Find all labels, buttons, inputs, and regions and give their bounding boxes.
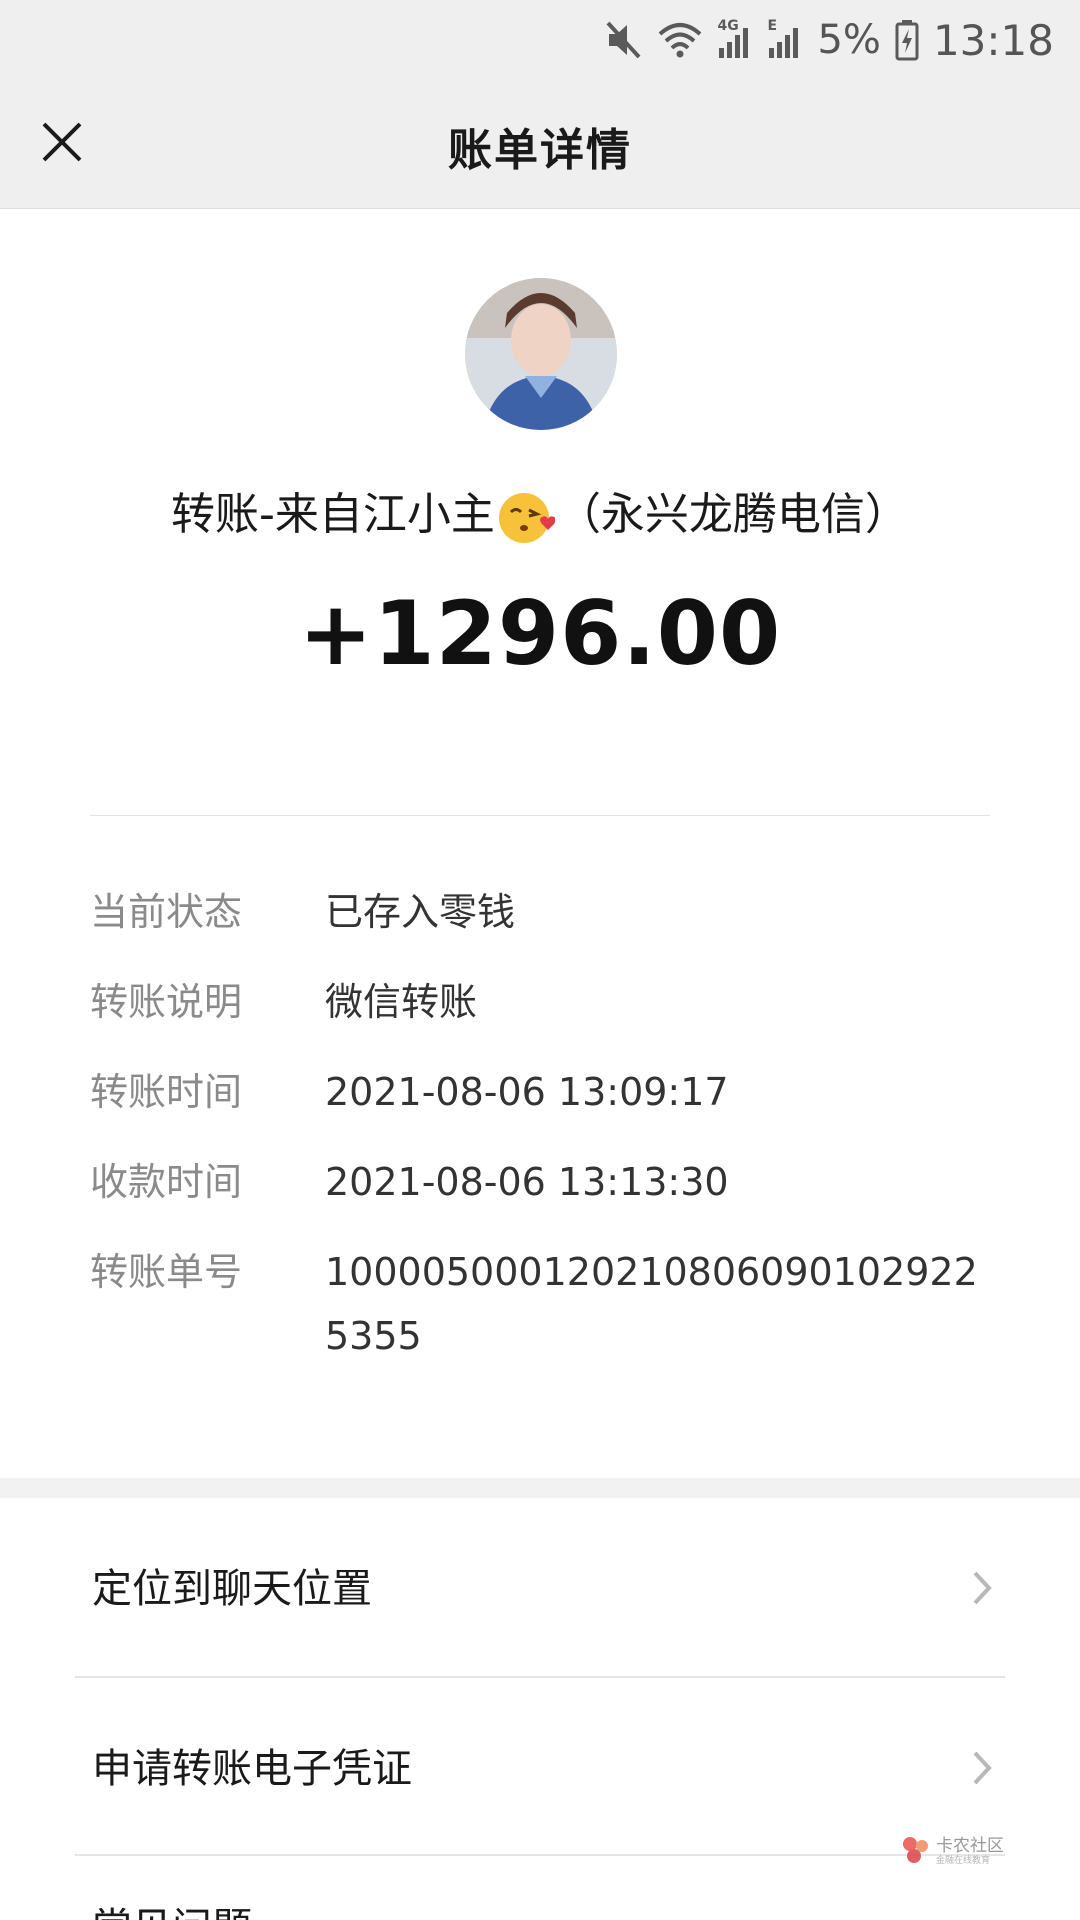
- detail-row-transfer-time: 转账时间 2021-08-06 13:09:17: [90, 1060, 1000, 1124]
- signal-4g-icon: 4G: [717, 18, 753, 60]
- divider: [90, 815, 990, 816]
- partial-menu-item[interactable]: 常见问题: [92, 1898, 252, 1920]
- chevron-right-icon: [972, 1570, 992, 1610]
- transaction-id-value[interactable]: 1000050001202108060901029225355: [325, 1240, 1000, 1368]
- detail-value: 已存入零钱: [325, 890, 516, 934]
- detail-row-description: 转账说明 微信转账: [90, 970, 1000, 1034]
- status-icons: 4G E 5% 13:18: [605, 12, 1054, 68]
- nav-bar: 账单详情: [0, 80, 1080, 209]
- transfer-details: 当前状态 已存入零钱 转账说明 微信转账 转账时间 2021-08-06 13:…: [90, 880, 1000, 1394]
- payer-name: 转账-来自江小主 （永兴龙腾电信）: [0, 478, 1080, 546]
- network-e-label: E: [767, 18, 778, 34]
- watermark: 卡农社区 金融在线教育: [900, 1834, 1022, 1870]
- page-title: 账单详情: [448, 125, 632, 176]
- payer-name-prefix: 转账-来自江小主: [171, 489, 495, 540]
- mute-icon: [605, 20, 643, 60]
- watermark-sub: 金融在线教育: [936, 1856, 991, 1866]
- request-e-voucher-button[interactable]: 申请转账电子凭证: [0, 1678, 1080, 1854]
- status-bar: 4G E 5% 13:18: [0, 0, 1080, 80]
- detail-label: 转账单号: [90, 1250, 243, 1294]
- payer-name-suffix: （永兴龙腾电信）: [556, 489, 909, 540]
- detail-value: 2021-08-06 13:13:30: [325, 1160, 729, 1204]
- chevron-right-icon: [972, 1750, 992, 1790]
- detail-label: 转账说明: [90, 980, 243, 1024]
- menu-item-label: 申请转账电子凭证: [92, 1746, 412, 1792]
- detail-label: 当前状态: [90, 890, 243, 934]
- detail-row-transaction-id: 转账单号 1000050001202108060901029225355: [90, 1240, 1000, 1368]
- detail-label: 收款时间: [90, 1160, 243, 1204]
- battery-percent: 5%: [817, 17, 881, 63]
- menu-item-label: 定位到聊天位置: [92, 1566, 372, 1612]
- detail-value: 2021-08-06 13:09:17: [325, 1070, 729, 1114]
- detail-label: 转账时间: [90, 1070, 243, 1114]
- watermark-main: 卡农社区: [936, 1836, 1004, 1856]
- menu-divider: [75, 1854, 1005, 1856]
- detail-row-receive-time: 收款时间 2021-08-06 13:13:30: [90, 1150, 1000, 1214]
- detail-row-status: 当前状态 已存入零钱: [90, 880, 1000, 944]
- wifi-icon: [657, 20, 703, 60]
- kissing-face-emoji-icon: [497, 488, 556, 546]
- battery-icon: [895, 19, 919, 61]
- locate-chat-button[interactable]: 定位到聊天位置: [0, 1498, 1080, 1674]
- watermark-text: 卡农社区 金融在线教育: [936, 1838, 1004, 1866]
- section-gap: [0, 1478, 1080, 1498]
- status-time: 13:18: [932, 15, 1054, 65]
- transfer-amount: +1296.00: [298, 582, 782, 685]
- network-4g-label: 4G: [717, 18, 739, 34]
- detail-value: 微信转账: [325, 980, 478, 1024]
- signal-e-icon: E: [767, 18, 803, 60]
- avatar[interactable]: [465, 278, 617, 430]
- watermark-logo-icon: [900, 1834, 932, 1870]
